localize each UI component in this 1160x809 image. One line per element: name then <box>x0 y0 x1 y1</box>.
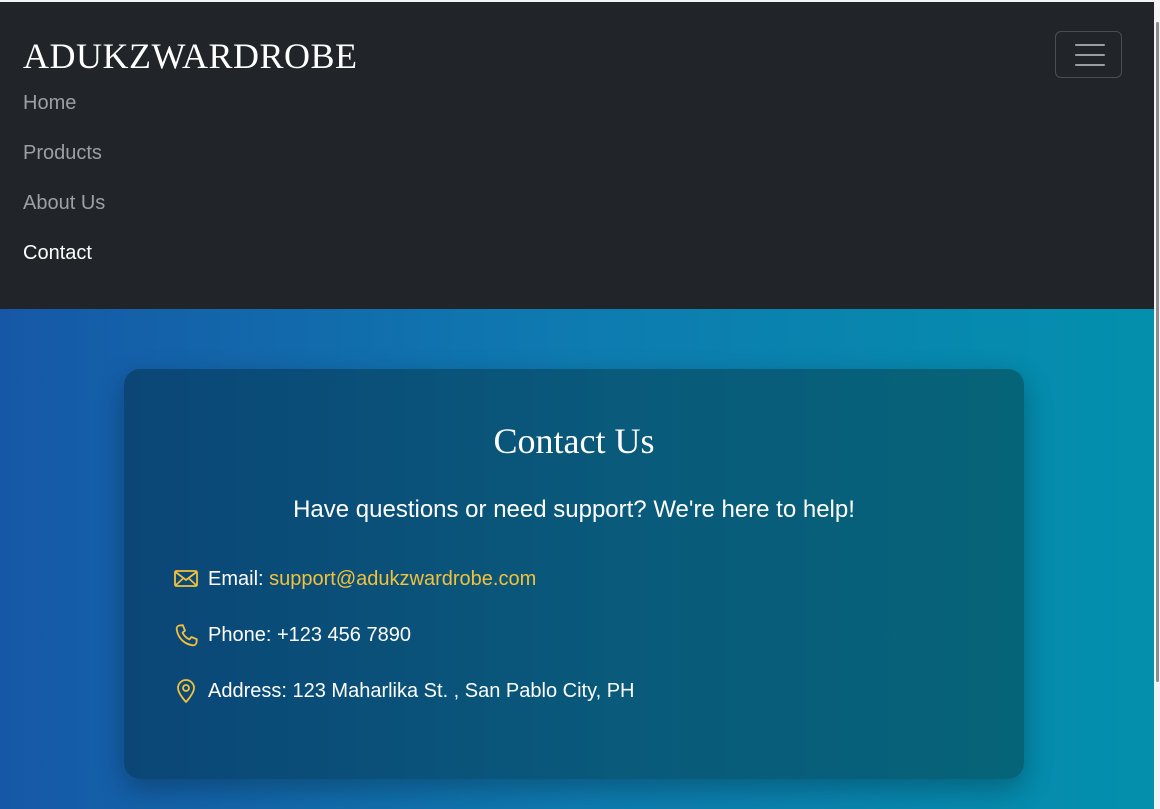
address-value: 123 Maharlika St. , San Pablo City, PH <box>292 679 635 702</box>
address-row: Address: 123 Maharlika St. , San Pablo C… <box>173 677 635 705</box>
scrollbar-thumb[interactable] <box>1156 22 1159 682</box>
nav-link-products[interactable]: Products <box>23 141 105 165</box>
email-row: Email: support@adukzwardrobe.com <box>173 565 536 593</box>
brand-logo[interactable]: ADUKZWARDROBE <box>23 36 358 76</box>
navbar: ADUKZWARDROBE Home Products About Us Con… <box>0 2 1154 309</box>
nav-menu: Home Products About Us Contact <box>23 91 105 291</box>
phone-icon <box>173 622 199 648</box>
email-link[interactable]: support@adukzwardrobe.com <box>269 568 536 591</box>
phone-value: +123 456 7890 <box>276 623 411 646</box>
contact-title: Contact Us <box>493 421 655 461</box>
contact-subtitle: Have questions or need support? We're he… <box>293 496 855 523</box>
email-label: Email: <box>208 567 270 590</box>
address-label: Address: <box>208 679 293 702</box>
nav-link-about-us[interactable]: About Us <box>23 191 105 215</box>
phone-label: Phone: <box>208 623 277 646</box>
contact-card: Contact Us Have questions or need suppor… <box>124 369 1024 779</box>
contact-section: Contact Us Have questions or need suppor… <box>0 309 1154 809</box>
nav-link-home[interactable]: Home <box>23 91 105 115</box>
envelope-icon <box>173 566 199 592</box>
navbar-toggler-button[interactable] <box>1055 31 1122 78</box>
location-pin-icon <box>173 678 199 704</box>
phone-row: Phone: +123 456 7890 <box>173 621 411 649</box>
nav-link-contact[interactable]: Contact <box>23 241 105 265</box>
